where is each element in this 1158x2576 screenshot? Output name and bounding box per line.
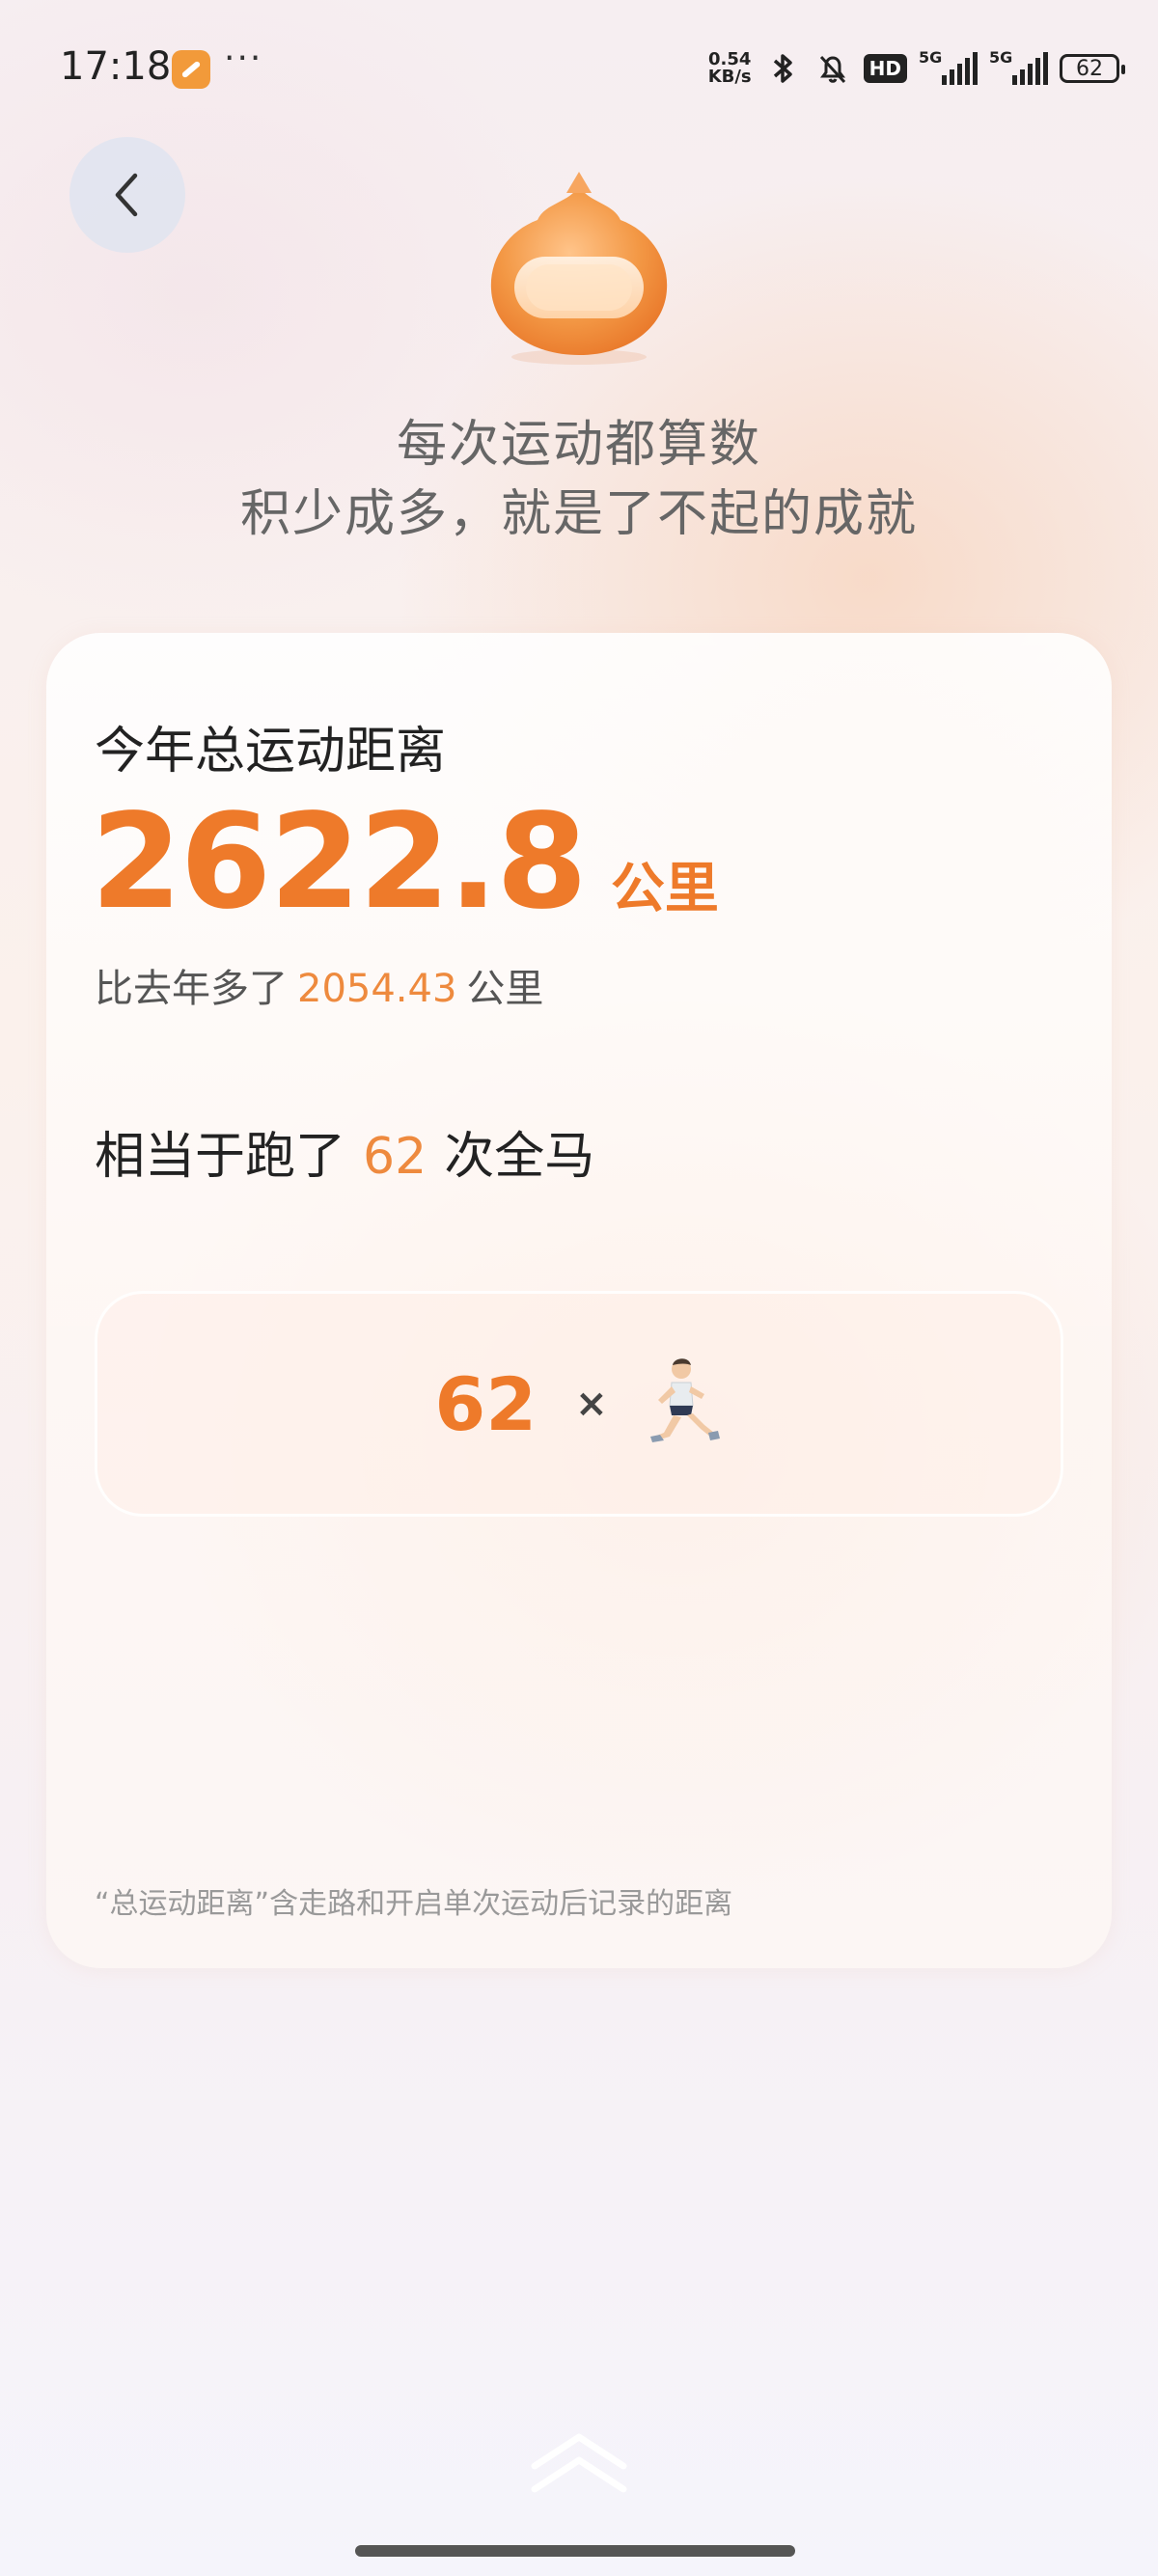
- network-speed: 0.54 KB/s: [708, 51, 752, 86]
- equiv-value: 62: [363, 1128, 427, 1186]
- footnote: “总运动距离”含走路和开启单次运动后记录的距离: [95, 1887, 733, 1921]
- network-speed-unit: KB/s: [707, 67, 752, 87]
- year-comparison: 比去年多了 2054.43 公里: [95, 957, 543, 1013]
- times-sign: ×: [575, 1382, 608, 1426]
- distance-unit: 公里: [610, 858, 719, 920]
- compare-unit: 公里: [466, 967, 544, 1011]
- more-notifications-icon: ···: [224, 39, 263, 78]
- signal-label: 5G: [989, 48, 1013, 67]
- runner-icon: [649, 1358, 720, 1442]
- headline-line-2: 积少成多，就是了不起的成就: [239, 485, 918, 543]
- card-title: 今年总运动距离: [95, 723, 447, 781]
- headline-line-1: 每次运动都算数: [396, 416, 761, 474]
- home-indicator[interactable]: [355, 2545, 795, 2557]
- signal-label: 5G: [919, 48, 943, 67]
- marathon-count-box: 62 ×: [95, 1291, 1063, 1517]
- app-notification-icon: [172, 50, 210, 89]
- bluetooth-icon: [773, 54, 792, 83]
- total-distance: 2622.8 公里: [91, 797, 719, 928]
- hd-voice-icon: HD: [863, 54, 907, 83]
- equiv-prefix: 相当于跑了: [95, 1128, 346, 1186]
- battery-level: 62: [1076, 56, 1103, 81]
- status-icons: 0.54 KB/s HD 5G 5G 62: [708, 44, 1125, 93]
- distance-value: 2622.8: [91, 786, 588, 939]
- back-button[interactable]: [69, 137, 185, 253]
- compare-value: 2054.43: [297, 967, 457, 1011]
- double-chevron-up-icon[interactable]: [529, 2429, 629, 2497]
- chevron-left-icon: [115, 173, 138, 217]
- signal-icon: 5G: [919, 48, 978, 85]
- battery-icon: 62: [1060, 54, 1125, 83]
- mute-bell-icon: [819, 55, 845, 84]
- status-bar: 17:18 ··· 0.54 KB/s HD 5G 5G 62: [0, 0, 1158, 135]
- runner-count: 62: [434, 1360, 538, 1447]
- marathon-equivalent: 相当于跑了 62 次全马: [95, 1115, 594, 1188]
- signal-icon: 5G: [989, 48, 1048, 85]
- mascot-icon: [490, 172, 668, 365]
- status-time: 17:18: [60, 44, 172, 89]
- compare-prefix: 比去年多了: [95, 967, 288, 1011]
- distance-card: 今年总运动距离 2622.8 公里 比去年多了 2054.43 公里 相当于跑了 62…: [46, 633, 1112, 1968]
- equiv-suffix: 次全马: [444, 1128, 595, 1186]
